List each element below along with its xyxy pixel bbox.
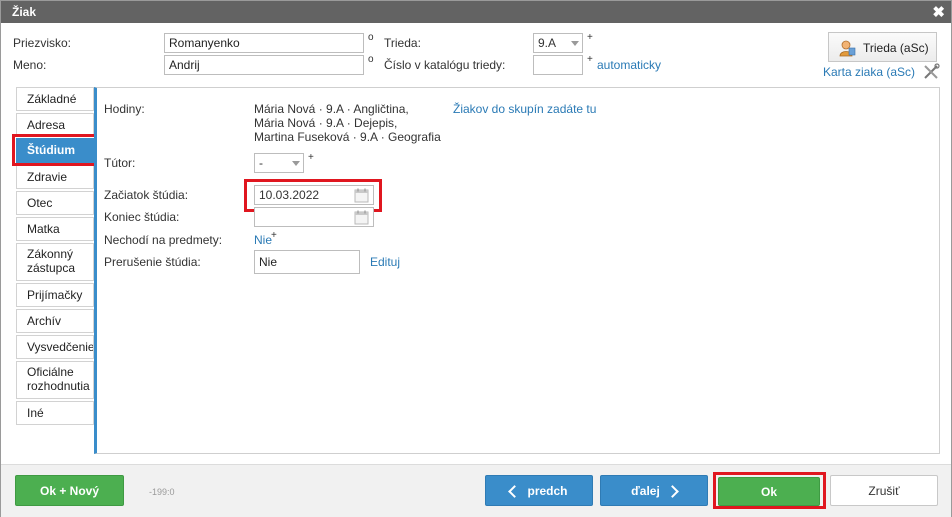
next-button[interactable]: ďalej [600, 475, 708, 506]
cancel-button[interactable]: Zrušiť [830, 475, 938, 506]
calendar-icon[interactable] [354, 210, 369, 228]
class-select[interactable]: 9.A [533, 33, 583, 53]
absent-subjects-plus[interactable]: + [271, 230, 277, 241]
catalog-number-input[interactable] [533, 55, 583, 75]
prev-button[interactable]: predch [485, 475, 593, 506]
person-icon [838, 39, 856, 60]
prev-label: predch [527, 484, 568, 498]
close-icon[interactable]: ✖ [932, 3, 945, 21]
record-code: -199:0 [149, 487, 175, 497]
start-date-input[interactable]: 10.03.2022 [254, 185, 374, 205]
dialog-title: Žiak [12, 5, 37, 19]
tab-archiv[interactable]: Archív [16, 309, 94, 333]
ok-new-button[interactable]: Ok + Nový [15, 475, 124, 506]
absent-subjects-link[interactable]: Nie [254, 233, 272, 247]
tab-zakonny-zastupca[interactable]: Zákonný zástupca [16, 243, 94, 281]
tutor-select[interactable]: - [254, 153, 304, 173]
tutor-label: Tútor: [104, 156, 136, 170]
chevron-left-icon [508, 485, 522, 499]
tab-ine[interactable]: Iné [16, 401, 94, 425]
chevron-right-icon [665, 485, 679, 499]
ok-button[interactable]: Ok [718, 477, 820, 506]
hours-line-3: Martina Fuseková · 9.A · Geografia [254, 130, 441, 144]
hours-line-1: Mária Nová · 9.A · Angličtina, [254, 102, 409, 116]
class-label: Trieda: [384, 36, 421, 50]
tab-adresa[interactable]: Adresa [16, 113, 94, 137]
tab-otec[interactable]: Otec [16, 191, 94, 215]
surname-degree-mark: o [368, 32, 374, 43]
title-bar: Žiak ✖ [1, 1, 951, 23]
interrupt-value-box[interactable]: Nie [254, 250, 360, 274]
surname-input[interactable]: Romanyenko [164, 33, 364, 53]
tab-vysvedcenie[interactable]: Vysvedčenie [16, 335, 94, 359]
tutor-select-value: - [259, 156, 263, 170]
catalog-plus[interactable]: + [587, 54, 593, 65]
student-card-link[interactable]: Karta ziaka (aSc) [823, 65, 915, 79]
tab-oficialne-rozhodnutia[interactable]: Oficiálne rozhodnutia [16, 361, 94, 399]
tab-zakladne[interactable]: Základné [16, 87, 94, 111]
trieda-asc-label: Trieda (aSc) [863, 41, 929, 55]
surname-label: Priezvisko: [13, 36, 72, 50]
study-panel [94, 87, 940, 454]
student-dialog: Žiak ✖ Priezvisko: Romanyenko o Meno: An… [0, 0, 952, 517]
tab-matka[interactable]: Matka [16, 217, 94, 241]
tools-icon[interactable] [923, 63, 940, 83]
end-date-label: Koniec štúdia: [104, 210, 180, 224]
class-add-plus[interactable]: + [587, 32, 593, 43]
name-label: Meno: [13, 58, 47, 72]
trieda-asc-button[interactable]: Trieda (aSc) [828, 32, 937, 62]
edit-link[interactable]: Edituj [370, 255, 400, 269]
catalog-label: Číslo v katalógu triedy: [384, 58, 506, 72]
catalog-auto-link[interactable]: automaticky [597, 58, 661, 72]
calendar-icon[interactable] [354, 188, 369, 206]
start-date-label: Začiatok štúdia: [104, 188, 189, 202]
next-label: ďalej [631, 484, 660, 498]
absent-subjects-label: Nechodí na predmety: [104, 233, 223, 247]
chevron-down-icon [292, 161, 300, 166]
tab-zdravie[interactable]: Zdravie [16, 165, 94, 189]
class-select-value: 9.A [538, 36, 557, 50]
tab-studium[interactable]: Štúdium [16, 138, 94, 163]
tutor-add-plus[interactable]: + [308, 152, 314, 163]
hours-line-2: Mária Nová · 9.A · Dejepis, [254, 116, 398, 130]
chevron-down-icon [571, 41, 579, 46]
groups-link[interactable]: Žiakov do skupín zadáte tu [453, 102, 596, 116]
tab-prijimacky[interactable]: Prijímačky [16, 283, 94, 307]
name-degree-mark: o [368, 54, 374, 65]
interrupt-label: Prerušenie štúdia: [104, 255, 201, 269]
name-input[interactable]: Andrij [164, 55, 364, 75]
hours-label: Hodiny: [104, 102, 145, 116]
start-date-value: 10.03.2022 [259, 188, 320, 202]
end-date-input[interactable] [254, 207, 374, 227]
